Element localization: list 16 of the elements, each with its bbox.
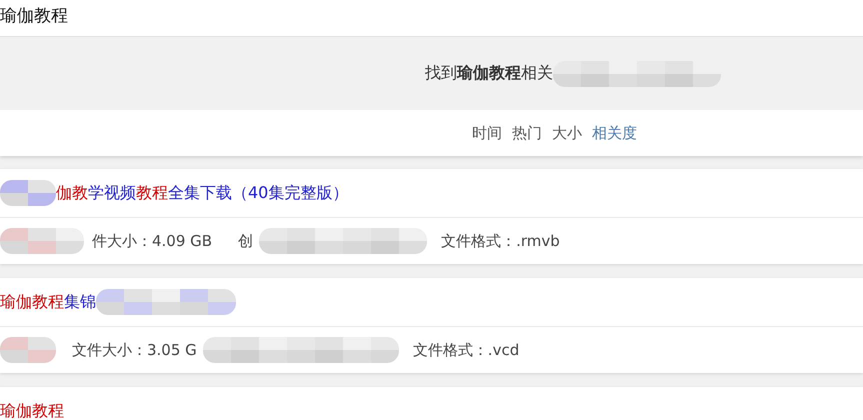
page-title: 瑜伽教程 [0, 4, 68, 26]
result-title[interactable]: 瑜伽教程集锦 [0, 292, 96, 312]
file-format: 文件格式：.rmvb [441, 232, 560, 250]
created-label: 创 [238, 232, 254, 250]
result-title[interactable]: 瑜伽教程 [0, 400, 64, 420]
file-size: 件大小：4.09 GB [92, 232, 212, 250]
file-format: 文件格式：.vcd [412, 340, 520, 360]
result-summary: 找到瑜伽教程相关 [425, 63, 553, 84]
file-size: 文件大小：3.05 G [72, 340, 197, 360]
sort-link[interactable]: 时间 [472, 124, 502, 142]
sort-link[interactable]: 热门 [512, 124, 542, 142]
result-title[interactable]: 伽教学视频教程全集下载（40集完整版） [56, 182, 348, 204]
sort-link[interactable]: 相关度 [592, 124, 637, 142]
sort-link[interactable]: 大小 [552, 124, 582, 142]
blurred-patch [0, 180, 56, 206]
blurred-patch [0, 337, 56, 363]
